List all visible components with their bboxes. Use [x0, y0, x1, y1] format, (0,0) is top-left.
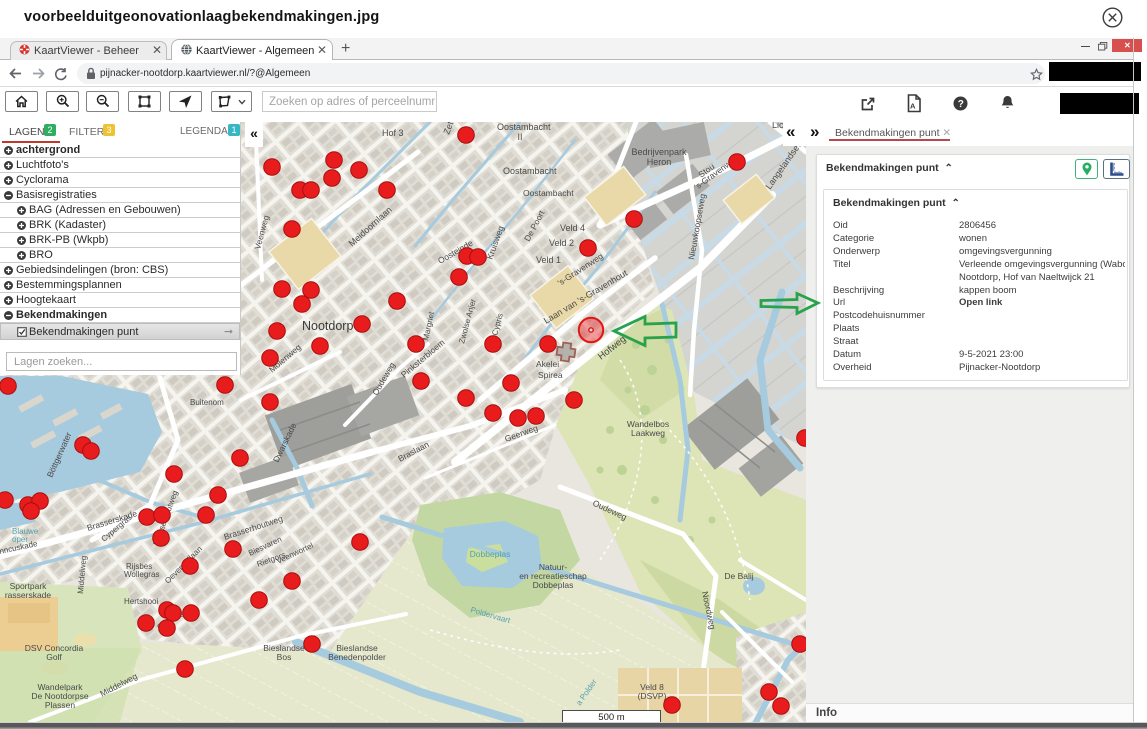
svg-text:rasserskade: rasserskade	[5, 590, 52, 600]
svg-text:Hertshooi: Hertshooi	[124, 597, 158, 606]
svg-text:Heron: Heron	[647, 157, 672, 167]
svg-text:Dobbeplas: Dobbeplas	[470, 549, 511, 559]
svg-text:A: A	[910, 102, 916, 111]
svg-text:Nootdorp: Nootdorp	[302, 319, 353, 333]
svg-text:Plassen: Plassen	[45, 700, 76, 710]
svg-text:Veld 1: Veld 1	[536, 255, 561, 265]
svg-text:Oostambacht: Oostambacht	[497, 122, 551, 132]
svg-text:Spirea: Spirea	[538, 370, 563, 380]
svg-text:(DSVP): (DSVP)	[638, 691, 667, 701]
svg-text:Benedenpolder: Benedenpolder	[328, 652, 386, 662]
svg-text:Oostambacht: Oostambacht	[503, 166, 557, 176]
svg-text:De Balij: De Balij	[724, 571, 753, 581]
svg-text:?: ?	[958, 99, 964, 110]
svg-text:Golf: Golf	[46, 652, 62, 662]
svg-text:II: II	[517, 132, 522, 142]
svg-text:Wollegras: Wollegras	[124, 570, 159, 579]
svg-text:Akelei: Akelei	[536, 359, 559, 369]
svg-text:Veld 2: Veld 2	[549, 238, 574, 248]
svg-text:Bos: Bos	[277, 652, 292, 662]
svg-text:Hof 3: Hof 3	[382, 128, 404, 138]
svg-text:Dobbeplas: Dobbeplas	[533, 580, 574, 590]
svg-text:Veld 4: Veld 4	[560, 223, 585, 233]
svg-text:Bedrijvenpark: Bedrijvenpark	[631, 147, 687, 157]
svg-text:Oostambacht: Oostambacht	[523, 188, 574, 198]
svg-text:Laakweg: Laakweg	[631, 428, 665, 438]
svg-text:Buitenom: Buitenom	[190, 398, 224, 407]
